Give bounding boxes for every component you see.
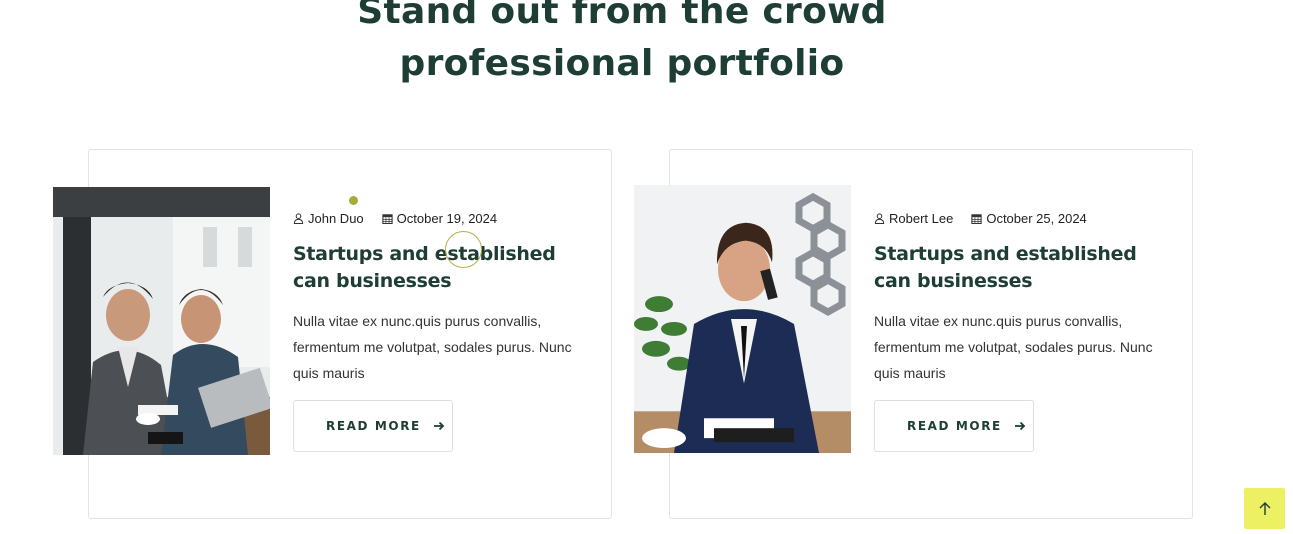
post-author-name: Robert Lee: [889, 210, 954, 226]
post-author[interactable]: Robert Lee: [874, 211, 953, 226]
cursor-dot: [349, 196, 358, 205]
scroll-to-top-button[interactable]: [1244, 488, 1285, 529]
blog-card-content: John Duo October 19, 2024 Startups and e…: [293, 208, 593, 452]
post-meta: John Duo October 19, 2024: [293, 208, 593, 228]
read-more-button[interactable]: READ MORE: [293, 400, 453, 452]
user-icon: [293, 212, 304, 224]
calendar-icon: [971, 213, 982, 224]
arrow-right-icon: [1014, 421, 1026, 431]
office-photo: [53, 187, 270, 455]
read-more-label: READ MORE: [907, 419, 1002, 433]
post-date: October 19, 2024: [382, 211, 497, 226]
post-date-text: October 25, 2024: [986, 210, 1087, 226]
blog-card-image-business-meeting[interactable]: [53, 187, 270, 455]
blog-card: Robert Lee October 25, 2024 Startups and…: [634, 149, 1193, 519]
user-icon: [874, 212, 885, 224]
cursor-ring: [445, 231, 482, 268]
post-excerpt: Nulla vitae ex nunc.quis purus convallis…: [293, 313, 572, 381]
blog-card-image-businessman-phone[interactable]: [634, 185, 851, 453]
post-meta: Robert Lee October 25, 2024: [874, 208, 1174, 228]
read-more-button[interactable]: READ MORE: [874, 400, 1034, 452]
blog-card-content: Robert Lee October 25, 2024 Startups and…: [874, 208, 1174, 452]
calendar-icon: [382, 213, 393, 224]
post-author[interactable]: John Duo: [293, 211, 364, 226]
post-author-name: John Duo: [308, 210, 364, 226]
post-excerpt: Nulla vitae ex nunc.quis purus convallis…: [874, 313, 1153, 381]
post-date-text: October 19, 2024: [396, 210, 498, 226]
arrow-up-icon: [1259, 501, 1270, 515]
section-heading-line-1: Stand out from the crowd: [357, 0, 887, 32]
section-heading: Stand out from the crowd professional po…: [0, 0, 1244, 90]
read-more-label: READ MORE: [326, 419, 421, 433]
post-title[interactable]: Startups and established can businesses: [874, 241, 1174, 295]
blog-card: John Duo October 19, 2024 Startups and e…: [53, 149, 612, 519]
arrow-right-icon: [433, 421, 445, 431]
businessman-photo: [634, 185, 851, 453]
post-date: October 25, 2024: [971, 210, 1087, 226]
section-heading-line-2: professional portfolio: [399, 43, 845, 84]
post-title[interactable]: Startups and established can businesses: [293, 241, 593, 295]
